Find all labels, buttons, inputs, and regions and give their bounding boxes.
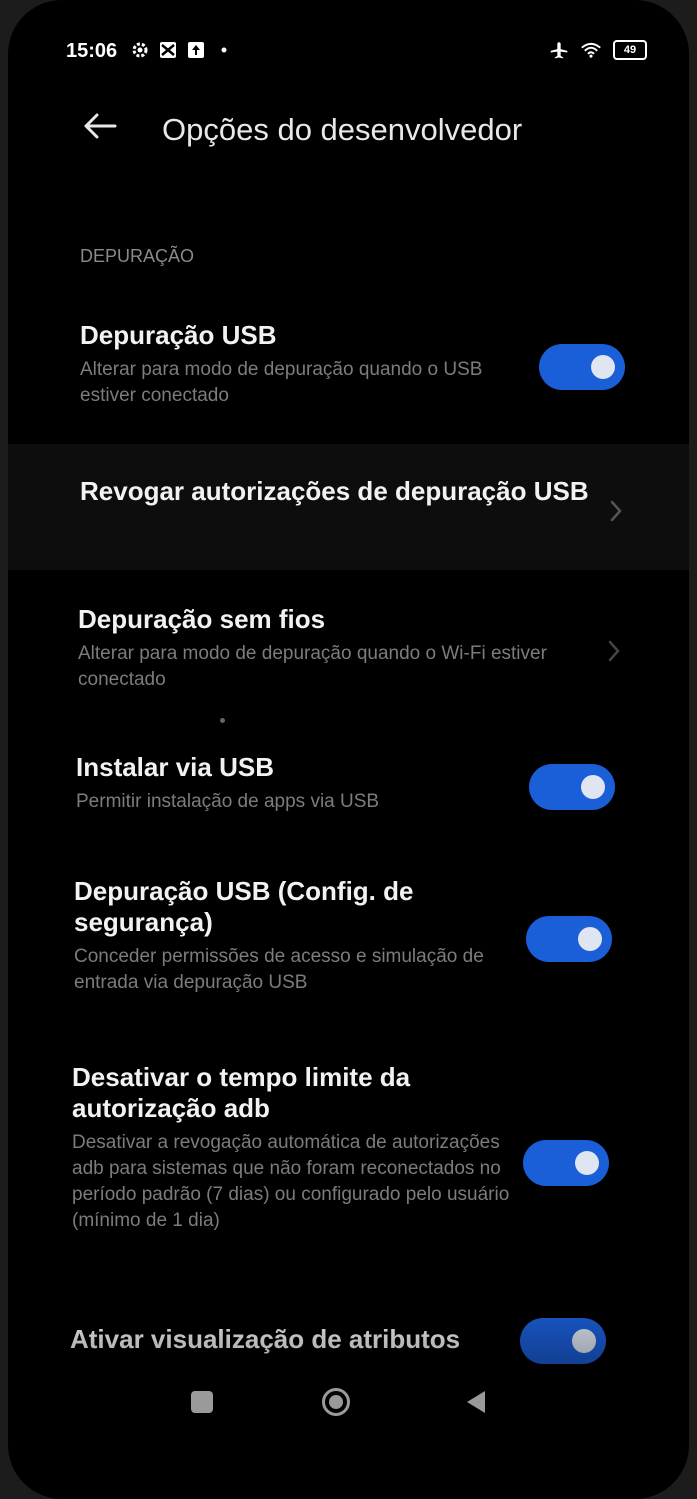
status-right-icons: 49 <box>549 40 647 60</box>
upload-icon <box>186 40 206 60</box>
setting-subtitle: Alterar para modo de depuração quando o … <box>80 359 483 406</box>
recents-icon <box>191 1391 213 1413</box>
usb-debugging-security-toggle[interactable] <box>526 916 612 962</box>
home-button[interactable] <box>314 1380 358 1424</box>
chevron-right-icon <box>610 500 622 522</box>
photo-icon <box>158 40 178 60</box>
disable-adb-timeout-toggle[interactable] <box>523 1140 609 1186</box>
status-time: 15:06 <box>66 40 118 62</box>
setting-usb-debugging-security[interactable]: Depuração USB (Config. de segurança) Con… <box>8 866 689 1010</box>
navigation-bar <box>8 1370 689 1440</box>
chevron-right-icon <box>608 640 620 662</box>
home-icon <box>322 1388 350 1416</box>
nav-back-button[interactable] <box>454 1380 498 1424</box>
setting-subtitle: Conceder permissões de acesso e simulaçã… <box>74 946 484 993</box>
setting-wireless-debugging[interactable]: Depuração sem fios Alterar para modo de … <box>8 594 689 704</box>
battery-indicator: 49 <box>613 40 647 60</box>
setting-title: Revogar autorizações de depuração USB <box>80 476 589 506</box>
setting-attribute-inspection[interactable]: Ativar visualização de atributos <box>8 1308 689 1370</box>
section-header-debugging: DEPURAÇÃO <box>80 246 195 266</box>
back-triangle-icon <box>467 1391 485 1413</box>
setting-title: Desativar o tempo limite da autorização … <box>72 1062 411 1123</box>
setting-subtitle: Alterar para modo de depuração quando o … <box>78 643 547 690</box>
setting-revoke-usb-authorizations[interactable]: Revogar autorizações de depuração USB <box>8 444 689 570</box>
setting-title: Depuração USB <box>80 320 277 350</box>
status-bar: 15:06 49 <box>8 0 689 70</box>
screen-speck <box>220 718 225 723</box>
wifi-icon <box>581 40 601 60</box>
page-title: Opções do desenvolvedor <box>162 112 523 147</box>
usb-debugging-toggle[interactable] <box>539 344 625 390</box>
setting-disable-adb-timeout[interactable]: Desativar o tempo limite da autorização … <box>8 1054 689 1260</box>
setting-subtitle: Desativar a revogação automática de auto… <box>72 1132 510 1231</box>
setting-title: Ativar visualização de atributos <box>70 1324 461 1354</box>
setting-title: Instalar via USB <box>76 752 274 782</box>
dot-icon <box>214 40 234 60</box>
setting-install-via-usb[interactable]: Instalar via USB Permitir instalação de … <box>8 742 689 828</box>
setting-usb-debugging[interactable]: Depuração USB Alterar para modo de depur… <box>8 308 689 420</box>
attribute-inspection-toggle[interactable] <box>520 1318 606 1364</box>
setting-subtitle: Permitir instalação de apps via USB <box>76 791 380 812</box>
phone-screen: 15:06 49 Opções do desenvolvedor DEPURAÇ… <box>8 0 689 1499</box>
status-left-icons <box>130 40 234 60</box>
install-via-usb-toggle[interactable] <box>529 764 615 810</box>
airplane-icon <box>549 40 569 60</box>
back-button[interactable] <box>76 102 124 150</box>
recents-button[interactable] <box>180 1380 224 1424</box>
setting-title: Depuração USB (Config. de segurança) <box>74 876 414 937</box>
setting-title: Depuração sem fios <box>78 604 326 634</box>
gear-icon <box>130 40 150 60</box>
back-arrow-icon <box>84 113 117 139</box>
